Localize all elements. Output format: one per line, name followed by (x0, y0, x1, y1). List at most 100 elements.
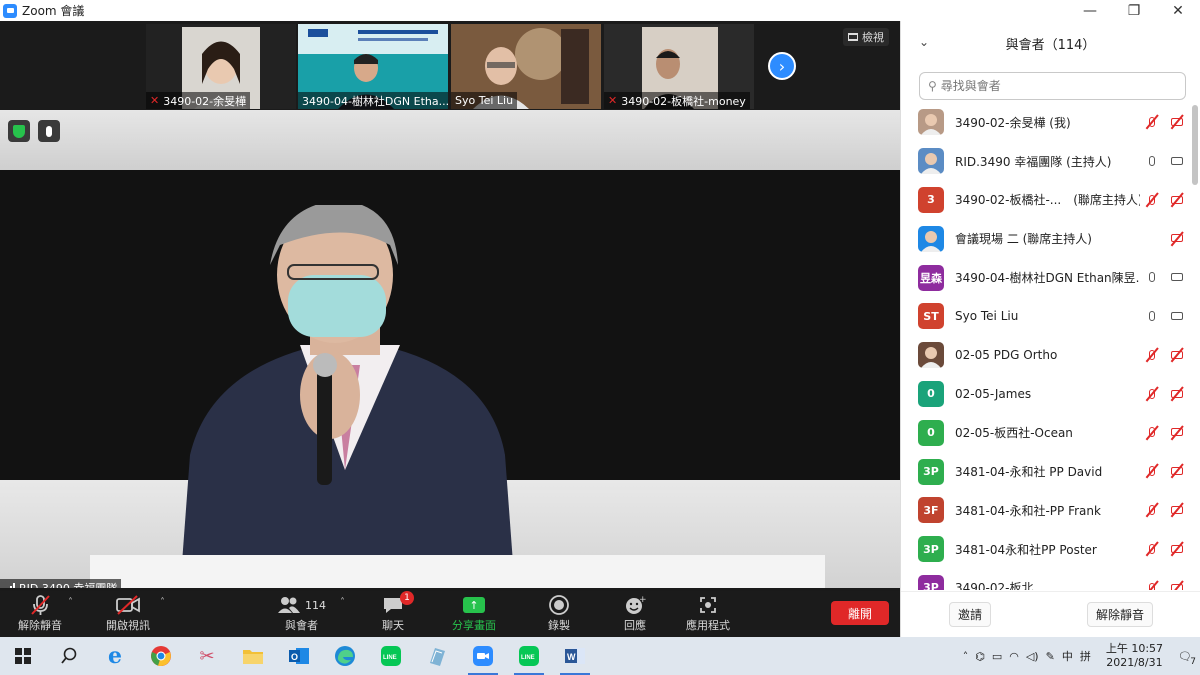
participant-thumbnail[interactable]: Syo Tei Liu (451, 24, 601, 109)
participant-thumbnail[interactable]: ✕ 3490-02-板橋社-money (604, 24, 754, 109)
maximize-button[interactable]: ❐ (1112, 0, 1156, 21)
mic-muted-icon[interactable] (1145, 193, 1159, 207)
video-off-icon[interactable] (1168, 581, 1185, 590)
chevron-down-icon[interactable]: ⌄ (919, 35, 929, 49)
outlook-taskbar-icon[interactable]: O (276, 637, 322, 675)
video-off-icon[interactable] (1168, 503, 1185, 517)
view-button[interactable]: 檢視 (843, 28, 889, 46)
participant-row[interactable]: 昱森 3490-04-樹林社DGN Ethan陳昱... (901, 258, 1189, 297)
participants-button[interactable]: 114 與會者 (277, 593, 326, 633)
next-page-button[interactable]: › (768, 52, 796, 80)
video-off-icon[interactable] (1168, 115, 1185, 129)
notepad-taskbar-icon[interactable] (414, 637, 460, 675)
start-button[interactable] (0, 637, 46, 675)
mic-icon[interactable] (1145, 270, 1159, 284)
mic-icon[interactable] (1145, 154, 1159, 168)
security-shield-icon[interactable] (8, 120, 30, 142)
participant-row[interactable]: 0 02-05-板西社-Ocean (901, 413, 1189, 452)
battery-icon[interactable]: ▭ (992, 650, 1002, 663)
participant-thumbnail[interactable]: ✕ 3490-02-余旻樺 (146, 24, 296, 109)
video-off-icon[interactable] (1168, 348, 1185, 362)
video-off-icon[interactable] (1168, 193, 1185, 207)
explorer-taskbar-icon[interactable] (230, 637, 276, 675)
unmute-button[interactable]: 解除靜音 (18, 593, 62, 633)
chat-button[interactable]: 1 聊天 (382, 591, 414, 633)
word-taskbar-icon[interactable]: W (552, 637, 598, 675)
participant-row[interactable]: 3 3490-02-板橋社-... (聯席主持人) (901, 181, 1189, 220)
reactions-button[interactable]: + 回應 (624, 593, 646, 633)
meeting-toolbar: 解除靜音 ˄ 開啟視訊 ˄ 114 與會者 ˄ 1 聊天 ↑ 分享畫面 錄製 +… (0, 591, 900, 637)
folder-icon (243, 650, 263, 664)
microphone-icon[interactable] (38, 120, 60, 142)
participants-options-caret[interactable]: ˄ (340, 593, 345, 608)
minimize-button[interactable]: — (1068, 0, 1112, 21)
app-taskbar-icon[interactable]: ✂ (184, 637, 230, 675)
line-taskbar-icon[interactable]: LINE (368, 637, 414, 675)
ime-mode-icon[interactable]: 拼 (1080, 648, 1091, 664)
apps-button[interactable]: 應用程式 (686, 593, 730, 633)
video-options-caret[interactable]: ˄ (160, 593, 165, 608)
participant-row[interactable]: RID.3490 幸福團隊 (主持人) (901, 142, 1189, 181)
participant-row[interactable]: 3P 3481-04-永和社 PP David (901, 452, 1189, 491)
wifi-icon[interactable]: ◠ (1009, 650, 1019, 663)
search-taskbar-button[interactable] (46, 637, 92, 675)
participant-row[interactable]: 3490-02-余旻樺 (我) (901, 103, 1189, 142)
participant-name: 02-05-James (955, 386, 1032, 401)
zoom-logo-icon (3, 3, 17, 18)
search-icon (61, 647, 77, 664)
chevron-up-icon[interactable]: ˄ (963, 650, 969, 663)
invite-button[interactable]: 邀請 (948, 602, 991, 627)
video-off-icon[interactable] (1168, 231, 1185, 245)
participant-row[interactable]: 3F 3481-04-永和社-PP Frank (901, 491, 1189, 530)
start-video-button[interactable]: 開啟視訊 (106, 593, 150, 633)
leave-meeting-button[interactable]: 離開 (831, 601, 889, 625)
panel-scrollbar[interactable] (1192, 105, 1198, 185)
participant-thumbnail[interactable]: 3490-04-樹林社DGN Etha... (298, 24, 448, 109)
participant-row[interactable]: 02-05 PDG Ortho (901, 336, 1189, 375)
close-button[interactable]: ✕ (1156, 0, 1200, 21)
mic-muted-icon[interactable] (1145, 387, 1159, 401)
notification-center-button[interactable]: 🗨 7 (1178, 650, 1196, 667)
participant-name: 02-05 PDG Ortho (955, 348, 1058, 363)
pen-icon[interactable]: ✎ (1046, 650, 1055, 663)
unmute-all-button[interactable]: 解除靜音 (1086, 602, 1153, 627)
participant-row[interactable]: ST Syo Tei Liu (901, 297, 1189, 336)
volume-icon[interactable]: ◁) (1026, 650, 1039, 663)
mic-muted-icon[interactable] (1145, 503, 1159, 517)
mic-muted-icon[interactable] (1145, 581, 1159, 590)
edge-taskbar-icon[interactable] (322, 637, 368, 675)
participant-status-icons (1145, 503, 1185, 517)
chrome-taskbar-icon[interactable] (138, 637, 184, 675)
video-off-icon[interactable] (1168, 425, 1185, 439)
video-off-icon[interactable] (1168, 464, 1185, 478)
chrome-icon (151, 646, 171, 667)
line-taskbar-icon-2[interactable]: LINE (506, 637, 552, 675)
video-icon[interactable] (1168, 270, 1185, 284)
record-button[interactable]: 錄製 (548, 593, 570, 633)
video-icon[interactable] (1168, 309, 1185, 323)
mic-icon[interactable] (1145, 309, 1159, 323)
ime-indicator[interactable]: 中 (1062, 648, 1073, 664)
participant-name: RID.3490 幸福團隊 (主持人) (955, 154, 1112, 169)
participant-row[interactable]: 3P 3481-04永和社PP Poster (901, 530, 1189, 569)
video-icon[interactable] (1168, 154, 1185, 168)
video-off-icon[interactable] (1168, 387, 1185, 401)
zoom-taskbar-icon[interactable] (460, 637, 506, 675)
search-input[interactable] (940, 79, 1161, 93)
share-screen-button[interactable]: ↑ 分享畫面 (452, 593, 496, 633)
video-off-icon[interactable] (1168, 542, 1185, 556)
clock[interactable]: 上午 10:57 2021/8/31 (1106, 642, 1163, 670)
ie-taskbar-icon[interactable]: e (92, 637, 138, 675)
participant-row[interactable]: 會議現場 二 (聯席主持人) (901, 219, 1189, 258)
meet-now-icon[interactable]: ⌬ (975, 650, 985, 663)
mic-muted-icon[interactable] (1145, 425, 1159, 439)
mic-muted-icon[interactable] (1145, 115, 1159, 129)
participant-row[interactable]: 0 02-05-James (901, 375, 1189, 414)
mic-muted-icon[interactable] (1145, 542, 1159, 556)
avatar: 0 (918, 380, 944, 407)
mic-muted-icon[interactable] (1145, 348, 1159, 362)
participant-name: 02-05-板西社-Ocean (955, 426, 1073, 441)
participant-row[interactable]: 3P 3490-02-板北... (901, 569, 1189, 590)
audio-options-caret[interactable]: ˄ (68, 593, 73, 608)
mic-muted-icon[interactable] (1145, 464, 1159, 478)
